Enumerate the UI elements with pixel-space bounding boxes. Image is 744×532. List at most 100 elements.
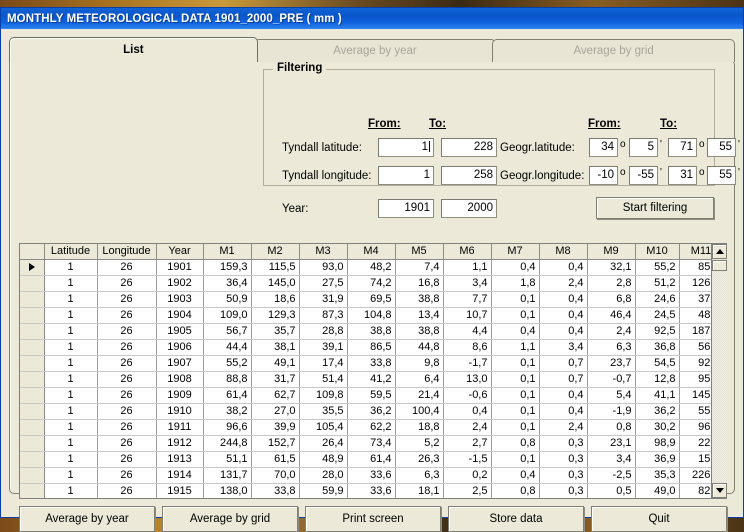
cell-m3[interactable]: 87,3 xyxy=(299,307,348,324)
cell-m9[interactable]: 6,3 xyxy=(587,339,636,356)
scrollbar-track[interactable] xyxy=(712,272,727,482)
cell-m6[interactable]: 3,4 xyxy=(443,275,492,292)
cell-m5[interactable]: 16,8 xyxy=(395,275,444,292)
geogr-latitude-to-degrees-input[interactable]: 71 xyxy=(668,138,697,157)
cell-m9[interactable]: 0,5 xyxy=(587,483,636,498)
cell-m7[interactable]: 0,1 xyxy=(491,387,540,404)
cell-year[interactable]: 1912 xyxy=(156,435,204,452)
cell-m8[interactable]: 2,4 xyxy=(539,419,588,436)
column-header-m4[interactable]: M4 xyxy=(347,244,396,260)
cell-m8[interactable]: 0,4 xyxy=(539,323,588,340)
row-indicator-cell[interactable] xyxy=(20,275,45,292)
row-indicator-cell[interactable] xyxy=(20,419,45,436)
tyndall-longitude-from-input[interactable]: 1 xyxy=(378,166,434,185)
row-indicator-cell[interactable] xyxy=(20,467,45,484)
cell-m6[interactable]: 13,0 xyxy=(443,371,492,388)
cell-latitude[interactable]: 1 xyxy=(44,339,98,356)
cell-m11[interactable]: 96,5 xyxy=(679,419,711,436)
cell-m5[interactable]: 13,4 xyxy=(395,307,444,324)
cell-m6[interactable]: -1,7 xyxy=(443,355,492,372)
cell-m8[interactable]: 0,3 xyxy=(539,483,588,498)
cell-latitude[interactable]: 1 xyxy=(44,275,98,292)
cell-m1[interactable]: 138,0 xyxy=(203,483,252,498)
cell-longitude[interactable]: 26 xyxy=(97,451,157,468)
cell-m3[interactable]: 39,1 xyxy=(299,339,348,356)
cell-m8[interactable]: 0,3 xyxy=(539,451,588,468)
cell-year[interactable]: 1911 xyxy=(156,419,204,436)
cell-m9[interactable]: 23,7 xyxy=(587,355,636,372)
cell-m4[interactable]: 33,6 xyxy=(347,483,396,498)
cell-m2[interactable]: 49,1 xyxy=(251,355,300,372)
cell-m8[interactable]: 0,4 xyxy=(539,307,588,324)
scroll-up-button[interactable] xyxy=(712,244,727,259)
table-row[interactable]: 1 26 1908 88,8 31,7 51,4 41,2 6,4 13,0 0,1 0,7 -0,7… xyxy=(20,371,711,388)
cell-m3[interactable]: 35,5 xyxy=(299,403,348,420)
cell-m5[interactable]: 7,4 xyxy=(395,259,444,276)
table-row[interactable]: 1 26 1902 36,4 145,0 27,5 74,2 16,8 3,4 1,8 2,4 2,8… xyxy=(20,275,711,292)
column-header-year[interactable]: Year xyxy=(156,244,204,260)
cell-m2[interactable]: 18,6 xyxy=(251,291,300,308)
cell-m4[interactable]: 104,8 xyxy=(347,307,396,324)
cell-year[interactable]: 1907 xyxy=(156,355,204,372)
cell-m10[interactable]: 30,2 xyxy=(635,419,680,436)
cell-m3[interactable]: 48,9 xyxy=(299,451,348,468)
cell-m2[interactable]: 33,8 xyxy=(251,483,300,498)
cell-m2[interactable]: 115,5 xyxy=(251,259,300,276)
cell-m11[interactable]: 145,2 xyxy=(679,387,711,404)
cell-longitude[interactable]: 26 xyxy=(97,403,157,420)
cell-m9[interactable]: 23,1 xyxy=(587,435,636,452)
cell-m5[interactable]: 6,3 xyxy=(395,467,444,484)
cell-m8[interactable]: 0,4 xyxy=(539,403,588,420)
cell-m1[interactable]: 61,4 xyxy=(203,387,252,404)
cell-m9[interactable]: -0,7 xyxy=(587,371,636,388)
cell-m10[interactable]: 24,5 xyxy=(635,307,680,324)
cell-m11[interactable]: 92,0 xyxy=(679,355,711,372)
cell-m11[interactable]: 56,5 xyxy=(679,339,711,356)
cell-m1[interactable]: 109,0 xyxy=(203,307,252,324)
cell-m9[interactable]: 3,4 xyxy=(587,451,636,468)
cell-m3[interactable]: 51,4 xyxy=(299,371,348,388)
cell-latitude[interactable]: 1 xyxy=(44,259,98,276)
row-indicator-cell[interactable] xyxy=(20,307,45,324)
cell-m2[interactable]: 38,1 xyxy=(251,339,300,356)
cell-m5[interactable]: 26,3 xyxy=(395,451,444,468)
cell-m6[interactable]: 0,4 xyxy=(443,403,492,420)
cell-longitude[interactable]: 26 xyxy=(97,483,157,498)
cell-m1[interactable]: 44,4 xyxy=(203,339,252,356)
cell-m10[interactable]: 12,8 xyxy=(635,371,680,388)
cell-m1[interactable]: 56,7 xyxy=(203,323,252,340)
cell-year[interactable]: 1910 xyxy=(156,403,204,420)
cell-longitude[interactable]: 26 xyxy=(97,355,157,372)
cell-m8[interactable]: 0,7 xyxy=(539,371,588,388)
cell-latitude[interactable]: 1 xyxy=(44,451,98,468)
print-screen-button[interactable]: Print screen xyxy=(305,506,441,532)
table-row[interactable]: 1 26 1911 96,6 39,9 105,4 62,2 18,8 2,4 0,1 2,4 0,8… xyxy=(20,419,711,436)
cell-m1[interactable]: 131,7 xyxy=(203,467,252,484)
cell-latitude[interactable]: 1 xyxy=(44,371,98,388)
cell-m10[interactable]: 41,1 xyxy=(635,387,680,404)
cell-m7[interactable]: 0,4 xyxy=(491,259,540,276)
cell-m8[interactable]: 0,7 xyxy=(539,355,588,372)
tab-list[interactable]: List xyxy=(9,37,258,62)
cell-m7[interactable]: 0,1 xyxy=(491,451,540,468)
grid-vertical-scrollbar[interactable] xyxy=(711,244,727,498)
cell-m4[interactable]: 38,8 xyxy=(347,323,396,340)
cell-m9[interactable]: 5,4 xyxy=(587,387,636,404)
cell-longitude[interactable]: 26 xyxy=(97,339,157,356)
cell-m3[interactable]: 109,8 xyxy=(299,387,348,404)
table-row[interactable]: 1 26 1904 109,0 129,3 87,3 104,8 13,4 10,7 0,1 0,4… xyxy=(20,307,711,324)
cell-m11[interactable]: 82,7 xyxy=(679,483,711,498)
table-row[interactable]: 1 26 1913 51,1 61,5 48,9 61,4 26,3 -1,5 0,1 0,3 3,4… xyxy=(20,451,711,468)
cell-m9[interactable]: 2,4 xyxy=(587,323,636,340)
cell-m4[interactable]: 33,8 xyxy=(347,355,396,372)
table-row[interactable]: 1 26 1909 61,4 62,7 109,8 59,5 21,4 -0,6 0,1 0,4 5,… xyxy=(20,387,711,404)
cell-m11[interactable]: 15,9 xyxy=(679,451,711,468)
cell-m10[interactable]: 36,2 xyxy=(635,403,680,420)
cell-latitude[interactable]: 1 xyxy=(44,419,98,436)
quit-button[interactable]: Quit xyxy=(591,506,727,532)
cell-longitude[interactable]: 26 xyxy=(97,419,157,436)
cell-year[interactable]: 1905 xyxy=(156,323,204,340)
cell-m8[interactable]: 0,4 xyxy=(539,259,588,276)
cell-m5[interactable]: 38,8 xyxy=(395,291,444,308)
cell-m1[interactable]: 55,2 xyxy=(203,355,252,372)
